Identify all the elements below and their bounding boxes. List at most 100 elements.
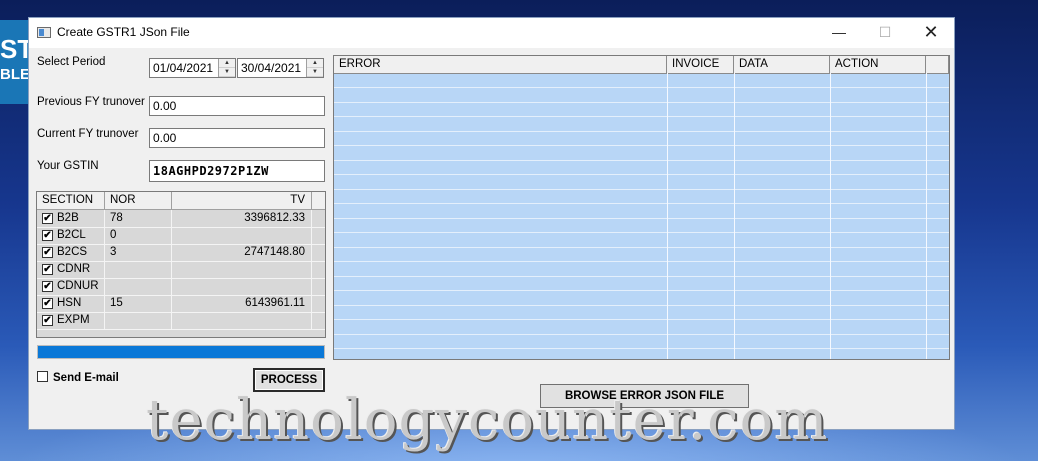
gstin-label: Your GSTIN (37, 160, 99, 172)
section-cell: ✔ HSN (37, 295, 105, 312)
section-checkbox[interactable]: ✔ (42, 281, 53, 292)
minimize-button[interactable]: — (816, 18, 862, 48)
app-window-icon (37, 27, 51, 38)
progress-fill (38, 346, 324, 358)
col-header-section[interactable]: SECTION (37, 192, 105, 209)
section-name: B2CS (57, 246, 88, 258)
section-cell: ✔ EXPM (37, 312, 105, 329)
send-email-checkbox[interactable]: Send E-mail (37, 371, 119, 384)
error-row-divider (334, 102, 949, 103)
section-checkbox[interactable]: ✔ (42, 213, 53, 224)
nor-cell: 0 (105, 227, 172, 244)
col-header-nor[interactable]: NOR (105, 192, 172, 209)
section-cell: ✔ B2CS (37, 244, 105, 261)
col-header-error[interactable]: ERROR (334, 56, 667, 73)
error-row-divider (334, 116, 949, 117)
section-cell: ✔ CDNR (37, 261, 105, 278)
col-header-data[interactable]: DATA (734, 56, 830, 73)
error-row-divider (334, 189, 949, 190)
error-row-divider (334, 276, 949, 277)
col-header-action[interactable]: ACTION (830, 56, 926, 73)
progress-bar (37, 345, 325, 359)
from-date-spinner[interactable]: ▲ ▼ (218, 59, 235, 77)
tv-cell: 6143961.11 (172, 295, 312, 312)
curr-fy-label: Current FY trunover (37, 128, 139, 140)
section-checkbox[interactable]: ✔ (42, 298, 53, 309)
error-row-divider (334, 232, 949, 233)
error-row-divider (334, 203, 949, 204)
background-logo: ST BLED (0, 20, 30, 104)
col-header-spacer (926, 56, 949, 73)
nor-cell (105, 261, 172, 278)
spin-down-icon[interactable]: ▼ (307, 68, 323, 77)
prev-fy-turnover-input[interactable]: 0.00 (149, 96, 325, 116)
section-checkbox[interactable]: ✔ (42, 315, 53, 326)
col-header-invoice[interactable]: INVOICE (667, 56, 734, 73)
table-row[interactable]: ✔ CDNR (37, 261, 325, 279)
nor-cell: 3 (105, 244, 172, 261)
table-row[interactable]: ✔ HSN 15 6143961.11 (37, 295, 325, 313)
to-date-spinner[interactable]: ▲ ▼ (306, 59, 323, 77)
table-row[interactable]: ✔ B2B 78 3396812.33 (37, 210, 325, 228)
curr-fy-turnover-input[interactable]: 0.00 (149, 128, 325, 148)
tv-cell (172, 261, 312, 278)
section-name: B2CL (57, 229, 86, 241)
error-row-divider (334, 334, 949, 335)
col-header-tv[interactable]: TV (172, 192, 312, 209)
tv-cell (172, 278, 312, 295)
section-table-header: SECTION NOR TV (37, 192, 325, 210)
error-col-divider (667, 73, 668, 359)
close-icon: ✕ (923, 22, 939, 42)
from-date-picker[interactable]: 01/04/2021 ▲ ▼ (149, 58, 236, 78)
table-row[interactable]: ✔ B2CL 0 (37, 227, 325, 245)
maximize-button[interactable]: ☐ (862, 18, 908, 48)
gstin-input[interactable]: 18AGHPD2972P1ZW (149, 160, 325, 182)
close-button[interactable]: ✕ (908, 18, 954, 48)
error-row-divider (334, 145, 949, 146)
section-checkbox[interactable]: ✔ (42, 264, 53, 275)
section-cell: ✔ B2CL (37, 227, 105, 244)
send-email-label: Send E-mail (53, 372, 119, 384)
section-name: HSN (57, 297, 82, 309)
error-row-divider (334, 218, 949, 219)
error-row-divider (334, 305, 949, 306)
watermark-text: technologycounter.com (146, 388, 829, 453)
nor-cell: 78 (105, 210, 172, 227)
select-period-label: Select Period (37, 56, 106, 68)
nor-cell (105, 312, 172, 329)
maximize-icon: ☐ (878, 24, 892, 40)
tv-cell (172, 227, 312, 244)
table-row[interactable]: ✔ EXPM (37, 312, 325, 330)
nor-cell: 15 (105, 295, 172, 312)
tv-cell (172, 312, 312, 329)
logo-text-line1: ST (0, 34, 30, 64)
window-title: Create GSTR1 JSon File (57, 25, 190, 39)
tv-cell: 3396812.33 (172, 210, 312, 227)
title-bar[interactable]: Create GSTR1 JSon File — ☐ ✕ (29, 18, 954, 48)
from-date-value: 01/04/2021 (153, 61, 214, 75)
spin-up-icon[interactable]: ▲ (219, 59, 235, 68)
section-checkbox[interactable]: ✔ (42, 230, 53, 241)
error-row-divider (334, 319, 949, 320)
error-row-divider (334, 261, 949, 262)
table-row[interactable]: ✔ B2CS 3 2747148.80 (37, 244, 325, 262)
table-row[interactable]: ✔ CDNUR (37, 278, 325, 296)
section-name: B2B (57, 212, 79, 224)
to-date-value: 30/04/2021 (241, 61, 302, 75)
nor-cell (105, 278, 172, 295)
error-row-divider (334, 87, 949, 88)
spin-up-icon[interactable]: ▲ (307, 59, 323, 68)
minimize-icon: — (832, 24, 846, 40)
to-date-picker[interactable]: 30/04/2021 ▲ ▼ (237, 58, 324, 78)
error-row-divider (334, 348, 949, 349)
error-col-divider (926, 73, 927, 359)
tv-cell: 2747148.80 (172, 244, 312, 261)
logo-text-line2: BLED (0, 66, 30, 83)
error-row-divider (334, 174, 949, 175)
section-table: SECTION NOR TV ✔ B2B 78 3396812.33 ✔ B2CL 0 ✔ B2… (36, 191, 326, 338)
error-row-divider (334, 290, 949, 291)
spin-down-icon[interactable]: ▼ (219, 68, 235, 77)
section-checkbox[interactable]: ✔ (42, 247, 53, 258)
section-cell: ✔ CDNUR (37, 278, 105, 295)
checkbox-box[interactable] (37, 371, 48, 382)
